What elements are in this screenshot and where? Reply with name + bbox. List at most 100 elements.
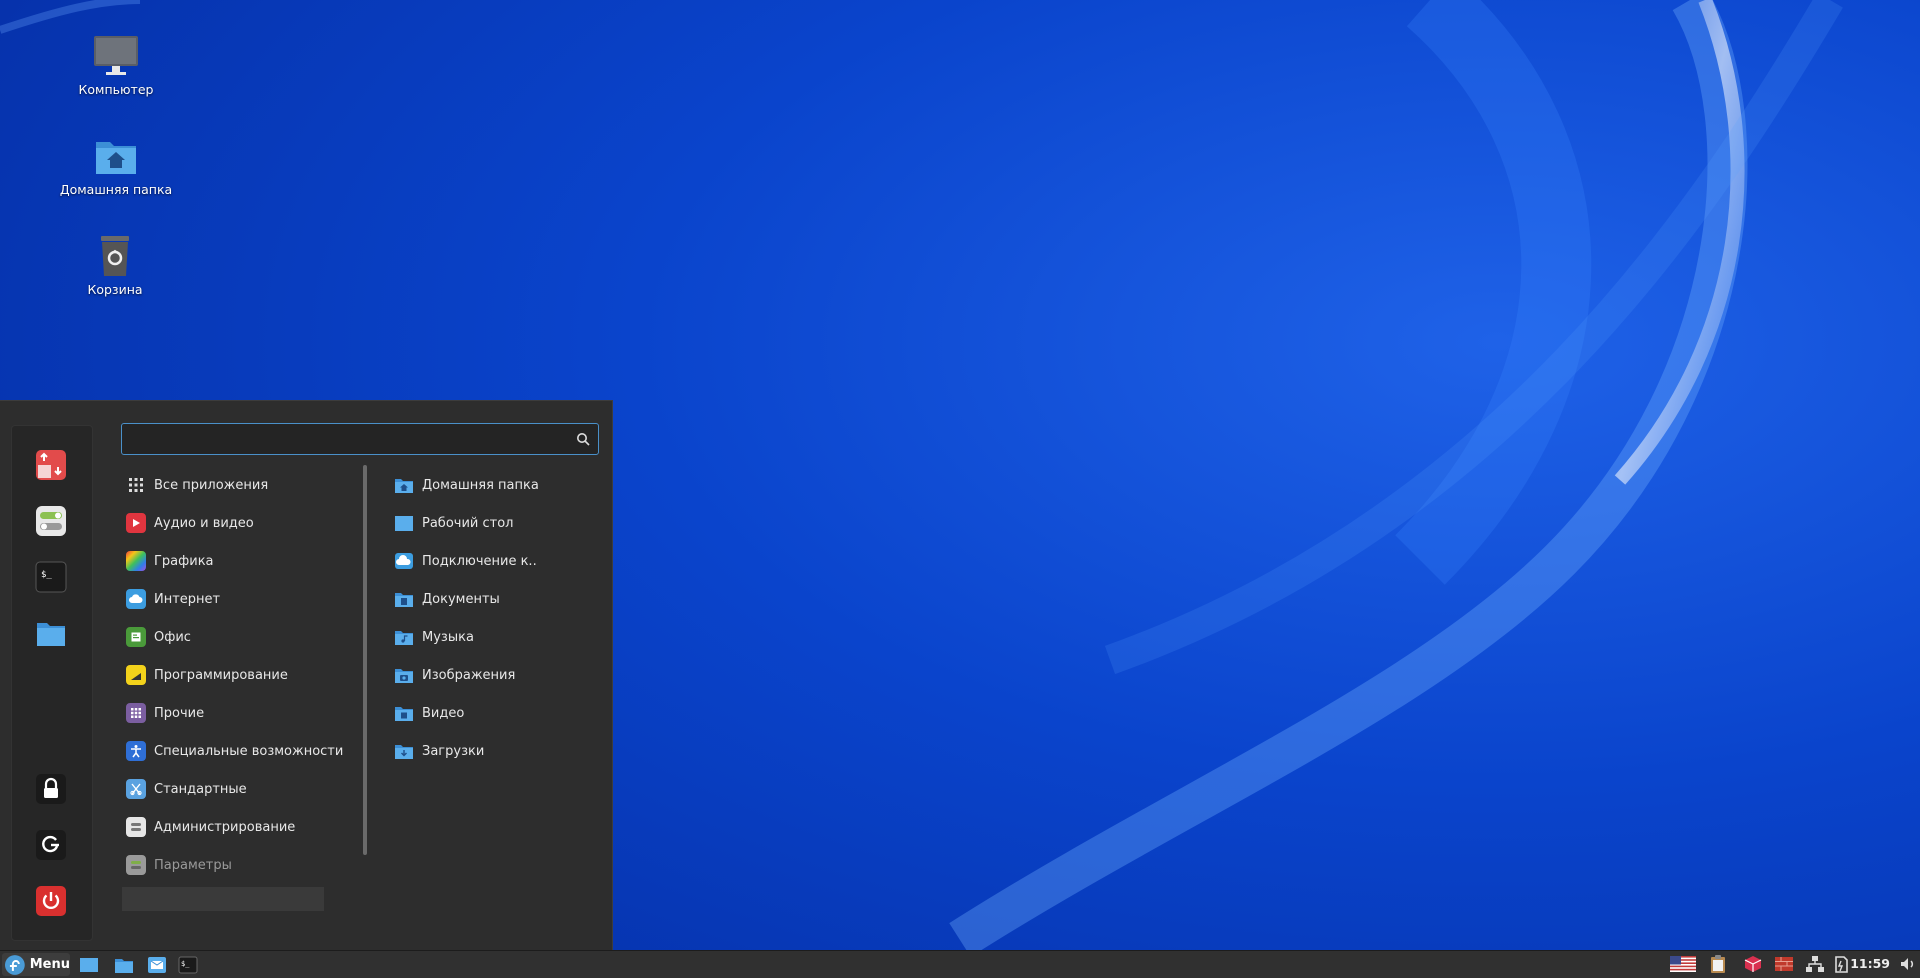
cloud-icon [126,589,146,609]
category-label: Все приложения [154,477,269,493]
documents-folder-icon [395,593,413,607]
desktop-folder-icon [395,516,413,531]
downloads-folder-icon [395,745,413,759]
category-accessibility[interactable]: Специальные возможности [126,736,346,766]
desktop-icon-computer[interactable]: Компьютер [51,32,181,97]
network-icon[interactable] [1804,954,1826,974]
favorite-lock-screen[interactable] [34,772,68,806]
taskbar: Menu $_ 11:59 [0,950,1920,978]
svg-text:$_: $_ [41,570,52,580]
menu-button[interactable]: Menu [2,953,70,976]
favorite-logout[interactable] [34,828,68,862]
category-label: Специальные возможности [154,743,344,759]
software-manager-icon [36,450,66,480]
category-programming[interactable]: Программирование [126,660,346,690]
network-cloud-icon [395,553,413,569]
terminal-icon[interactable]: $_ [177,954,199,976]
battery-icon[interactable] [1830,954,1852,974]
palette-icon [126,551,146,571]
category-label: Стандартные [154,781,247,797]
place-videos[interactable]: Видео [394,698,594,728]
category-label: Параметры [154,857,232,873]
place-pictures[interactable]: Изображения [394,660,594,690]
mail-icon[interactable] [146,954,168,976]
favorites-sidebar: $_ [11,425,93,941]
place-label: Документы [422,591,500,607]
search-input[interactable] [128,429,562,451]
keyboard-layout-flag-icon[interactable] [1670,954,1696,974]
music-folder-icon [395,631,413,645]
volume-icon[interactable] [1898,954,1918,974]
desktop-icon-label: Корзина [87,282,143,297]
clock[interactable]: 11:59 [1850,956,1890,971]
svg-text:$_: $_ [181,960,190,968]
search-icon [577,433,590,446]
category-label: Администрирование [154,819,296,835]
favorite-terminal[interactable]: $_ [34,560,68,594]
logout-icon [36,830,66,860]
place-documents[interactable]: Документы [394,584,594,614]
category-office[interactable]: Офис [126,622,346,652]
place-label: Домашняя папка [422,477,539,493]
videos-folder-icon [395,707,413,721]
lock-screen-icon [36,774,66,804]
category-accessories[interactable]: Стандартные [126,774,346,804]
grid-icon [126,475,146,495]
place-desktop[interactable]: Рабочий стол [394,508,594,538]
play-icon [126,513,146,533]
pictures-folder-icon [395,669,413,683]
desktop-icon-trash[interactable]: Корзина [50,232,180,297]
programming-icon [126,665,146,685]
place-downloads[interactable]: Загрузки [394,736,594,766]
category-all-applications[interactable]: Все приложения [126,470,346,500]
trash-icon [101,236,129,276]
file-manager-icon[interactable] [113,954,135,976]
preferences-icon [126,855,146,875]
category-preferences[interactable]: Параметры [126,850,346,880]
accessories-icon [126,779,146,799]
administration-icon [126,817,146,837]
category-label: Аудио и видео [154,515,254,531]
accessibility-icon [126,741,146,761]
favorite-software-manager[interactable] [34,448,68,482]
favorite-files[interactable] [34,616,68,650]
place-label: Рабочий стол [422,515,514,531]
category-graphics[interactable]: Графика [126,546,346,576]
category-administration[interactable]: Администрирование [126,812,346,842]
home-folder-icon [395,479,413,493]
search-box[interactable] [121,423,599,455]
place-label: Изображения [422,667,516,683]
desktop-icon-label: Домашняя папка [59,182,173,197]
favorite-settings[interactable] [34,504,68,538]
other-icon [126,703,146,723]
place-connect-server[interactable]: Подключение к.. [394,546,594,576]
desktop-icon-home-folder[interactable]: Домашняя папка [51,132,181,197]
place-home[interactable]: Домашняя папка [394,470,594,500]
category-internet[interactable]: Интернет [126,584,346,614]
favorite-power[interactable] [34,884,68,918]
application-menu: $_ Все приложения Аудио и видео Графика … [0,400,613,951]
category-other[interactable]: Прочие [126,698,346,728]
clipboard-icon[interactable] [1707,954,1729,974]
office-icon [126,627,146,647]
firewall-icon[interactable] [1773,954,1795,974]
menu-label: Menu [29,957,70,972]
category-label: Офис [154,629,191,645]
place-music[interactable]: Музыка [394,622,594,652]
fedora-logo-icon [4,954,25,975]
show-desktop-icon[interactable] [78,954,100,976]
category-partial-row [122,887,324,911]
category-label: Прочие [154,705,205,721]
place-label: Видео [422,705,465,721]
package-update-icon[interactable] [1742,954,1764,974]
category-label: Интернет [154,591,221,607]
place-label: Загрузки [422,743,485,759]
terminal-icon: $_ [35,561,67,593]
category-audio-video[interactable]: Аудио и видео [126,508,346,538]
files-folder-icon [37,623,65,646]
home-folder-icon [96,142,136,174]
categories-scrollbar[interactable] [363,465,367,855]
category-label: Графика [154,553,214,569]
desktop-icon-label: Компьютер [78,82,154,97]
place-label: Музыка [422,629,474,645]
